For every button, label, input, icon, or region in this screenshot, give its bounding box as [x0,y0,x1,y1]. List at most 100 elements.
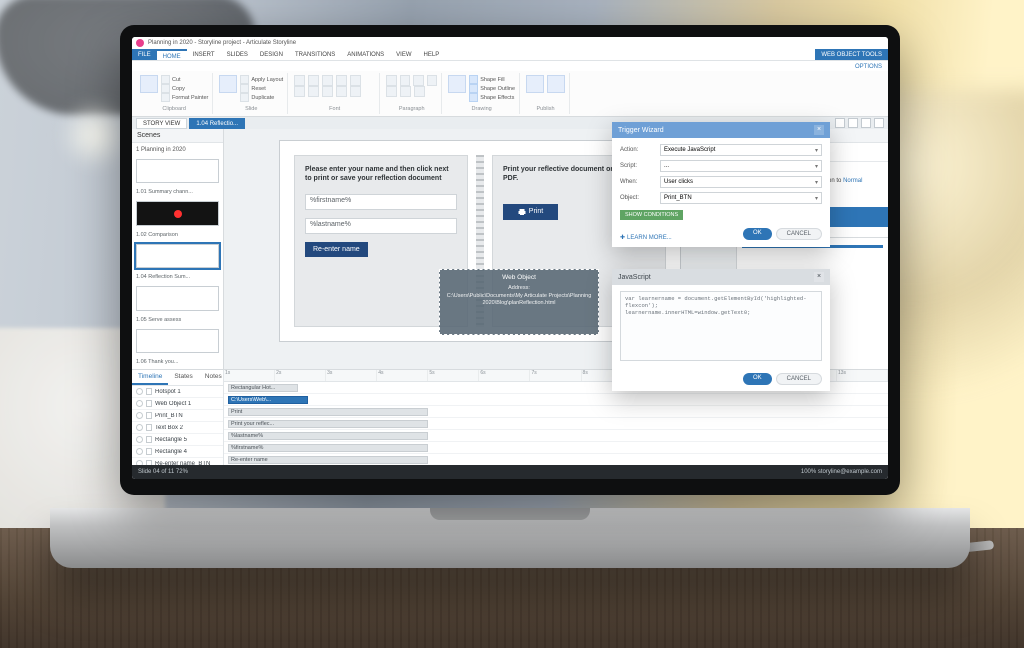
shape-fill-button[interactable]: Shape Fill [469,75,515,84]
format-painter-button[interactable]: Format Painter [161,93,208,102]
slide-thumb-label: 1.05 Serve assess [136,317,219,323]
tab-insert[interactable]: INSERT [187,49,221,60]
eye-icon[interactable] [136,412,143,419]
slide-thumb[interactable] [136,329,219,353]
lock-icon[interactable] [146,412,152,419]
timeline-row[interactable]: Text Box 2 [132,422,223,434]
ribbon-group-drawing: Shape Fill Shape Outline Shape Effects D… [444,73,520,114]
firstname-field[interactable]: %firstname% [305,194,457,210]
dialog-titlebar[interactable]: Trigger Wizard × [612,122,830,138]
slide-thumb[interactable] [136,201,219,225]
reenter-name-button[interactable]: Re-enter name [305,242,368,257]
copy-button[interactable]: Copy [161,84,208,93]
timeline-row[interactable]: Web Object 1 [132,398,223,410]
tab-file[interactable]: FILE [132,49,157,60]
lock-icon[interactable] [146,388,152,395]
tab-timeline[interactable]: Timeline [132,370,168,385]
panel-toggle-icon[interactable] [835,118,845,128]
panel-toggle-icon-3[interactable] [861,118,871,128]
cut-button[interactable]: Cut [161,75,208,84]
slide-thumb[interactable] [136,159,219,183]
shape-effects-button[interactable]: Shape Effects [469,93,515,102]
wizard-ok-button[interactable]: OK [743,228,772,240]
action-select[interactable]: Execute JavaScript [660,144,822,156]
timeline-bar[interactable]: Rectangular Hot... [228,384,298,392]
when-select[interactable]: User clicks [660,176,822,188]
timeline-bar[interactable]: %lastname% [228,432,428,440]
tab-animations[interactable]: ANIMATIONS [341,49,390,60]
tab-states[interactable]: States [168,370,198,385]
tab-view[interactable]: VIEW [390,49,417,60]
wizard-cancel-button[interactable]: CANCEL [776,228,822,240]
eye-icon[interactable] [136,400,143,407]
timeline-tabs: Timeline States Notes [132,370,223,386]
scene-section-title[interactable]: 1 Planning in 2020 [136,147,219,153]
lock-icon[interactable] [146,400,152,407]
lock-icon[interactable] [146,424,152,431]
tab-home[interactable]: HOME [157,49,187,60]
ribbon-body: Cut Copy Format Painter Clipboard Apply … [132,71,888,117]
scenes-panel: Scenes 1 Planning in 2020 1.01 Summary c… [132,129,224,369]
print-button-label: Print [529,208,543,215]
when-label: When: [620,179,654,185]
js-cancel-button[interactable]: CANCEL [776,373,822,385]
lastname-field[interactable]: %lastname% [305,218,457,234]
timeline-bar[interactable]: %firstname% [228,444,428,452]
reset-button[interactable]: Reset [240,84,283,93]
tab-transitions[interactable]: TRANSITIONS [289,49,341,60]
object-select[interactable]: Print_BTN [660,192,822,204]
eye-icon[interactable] [136,436,143,443]
javascript-code-textarea[interactable]: var learnername = document.getElementByI… [620,291,822,361]
eye-icon[interactable] [136,388,143,395]
print-button[interactable]: Print [503,204,558,220]
tab-context-options[interactable]: OPTIONS [849,61,888,71]
lock-icon[interactable] [146,448,152,455]
close-icon[interactable]: × [814,272,824,282]
timeline-bar[interactable]: Print your reflec... [228,420,428,428]
show-conditions-button[interactable]: SHOW CONDITIONS [620,210,683,220]
tab-help[interactable]: HELP [418,49,446,60]
script-button[interactable]: ... [660,160,822,172]
tab-story-view[interactable]: STORY VIEW [136,118,187,129]
tab-current-slide[interactable]: 1.04 Reflectio... [189,118,245,129]
eye-icon[interactable] [136,424,143,431]
ribbon-tabstrip: FILE HOME INSERT SLIDES DESIGN TRANSITIO… [132,49,888,61]
slide-thumb-label: 1.02 Comparison [136,232,219,238]
preview-icon[interactable] [526,75,544,93]
web-object-overlay[interactable]: Web Object Address: C:\Users\Public\Docu… [439,269,599,335]
slide-thumb-selected[interactable] [136,244,219,268]
panel-toggle-icon-4[interactable] [874,118,884,128]
tab-design[interactable]: DESIGN [254,49,289,60]
publish-icon[interactable] [547,75,565,93]
apply-layout-button[interactable]: Apply Layout [240,75,283,84]
shape-outline-button[interactable]: Shape Outline [469,84,515,93]
eye-icon[interactable] [136,448,143,455]
learn-more-link[interactable]: LEARN MORE... [620,234,672,241]
panel-toggle-icon-2[interactable] [848,118,858,128]
timeline-bar[interactable]: Print [228,408,428,416]
shapes-icon[interactable] [448,75,466,93]
trigger-wizard-dialog[interactable]: Trigger Wizard × Action:Execute JavaScri… [612,122,830,247]
timeline-row[interactable]: Print_BTN [132,410,223,422]
timeline-bar[interactable]: Re-enter name [228,456,428,464]
javascript-dialog[interactable]: JavaScript × var learnername = document.… [612,269,830,391]
tab-slides[interactable]: SLIDES [221,49,254,60]
group-label-slide: Slide [219,106,283,112]
dialog-titlebar[interactable]: JavaScript × [612,269,830,285]
ribbon-context-row: OPTIONS [132,61,888,71]
ribbon-group-slide: Apply Layout Reset Duplicate Slide [215,73,288,114]
timeline-bar-selected[interactable]: C:\Users\Web\... [228,396,308,404]
timeline-row[interactable]: Rectangle 5 [132,434,223,446]
close-icon[interactable]: × [814,125,824,135]
group-label-clipboard: Clipboard [140,106,208,112]
slide-thumb[interactable] [136,286,219,310]
paste-icon[interactable] [140,75,158,93]
group-label-publish: Publish [526,106,565,112]
js-ok-button[interactable]: OK [743,373,772,385]
timeline-row[interactable]: Rectangle 4 [132,446,223,458]
duplicate-button[interactable]: Duplicate [240,93,283,102]
app-screen: Planning in 2020 - Storyline project - A… [132,37,888,479]
lock-icon[interactable] [146,436,152,443]
tab-context-tool[interactable]: WEB OBJECT TOOLS [815,49,888,60]
new-slide-icon[interactable] [219,75,237,93]
